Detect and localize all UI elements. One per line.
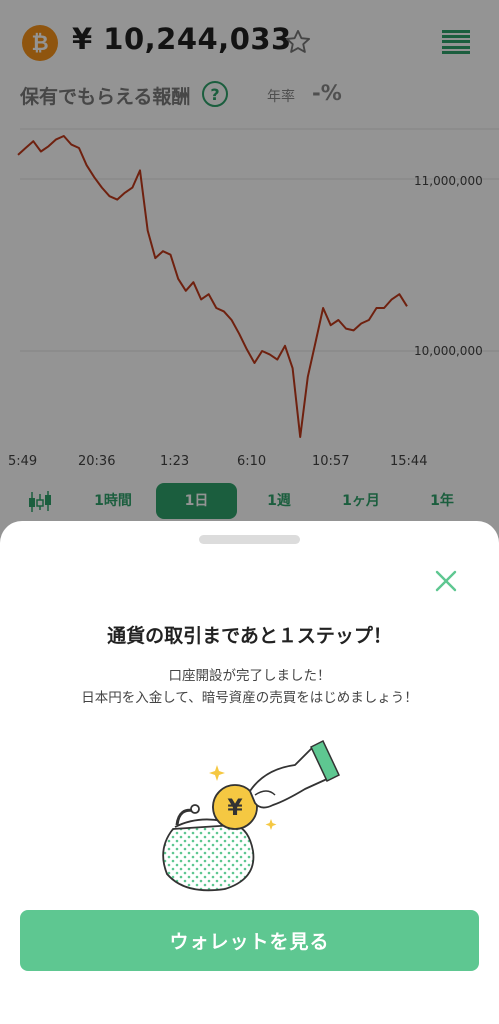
message-line: 日本円を入金して、暗号資産の売買をはじめましょう！ <box>81 690 418 706</box>
view-wallet-button[interactable]: ウォレットを見る <box>20 910 479 971</box>
drag-handle[interactable] <box>199 535 300 544</box>
sheet-title: 通貨の取引まであと１ステップ！ <box>107 625 392 647</box>
sheet-message: 口座開設が完了しました！ 日本円を入金して、暗号資産の売買をはじめましょう！ <box>0 665 499 709</box>
coin-purse-illustration: ¥ <box>162 739 340 892</box>
coin-yen-symbol: ¥ <box>227 796 243 821</box>
close-icon[interactable] <box>433 568 459 594</box>
message-line: 口座開設が完了しました！ <box>168 668 331 684</box>
bottom-sheet: 通貨の取引まであと１ステップ！ 口座開設が完了しました！ 日本円を入金して、暗号… <box>0 521 499 1024</box>
